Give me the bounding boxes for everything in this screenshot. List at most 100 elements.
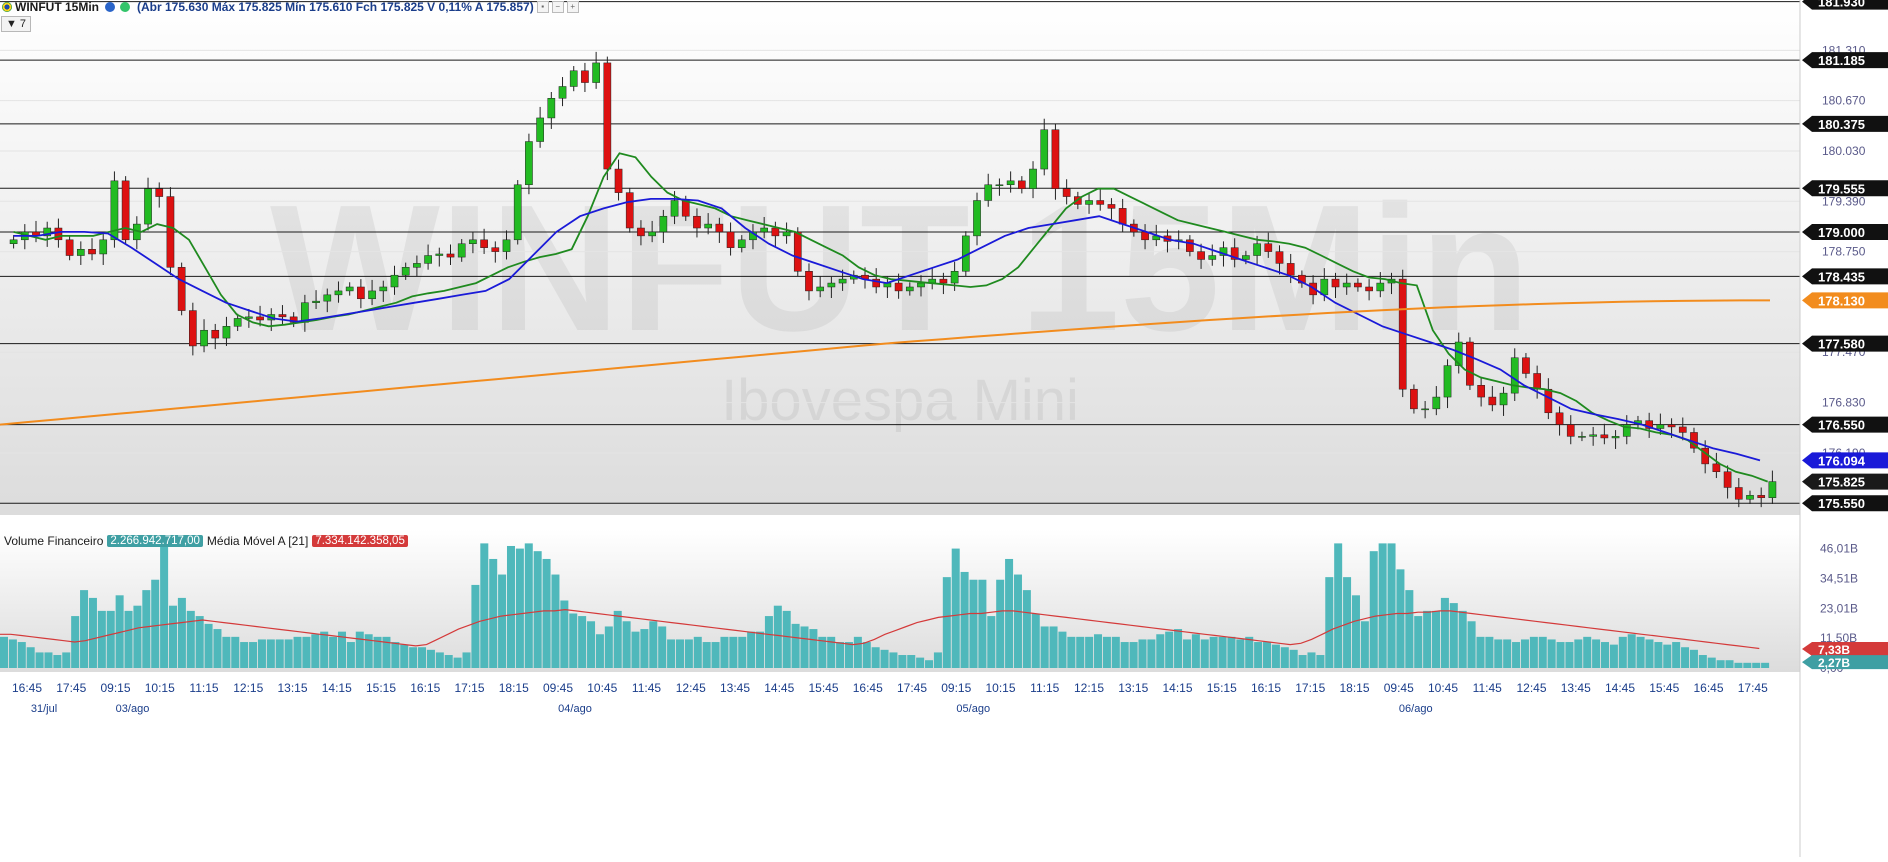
volume-bar xyxy=(435,652,444,668)
volume-badge-label: 2,27B xyxy=(1818,656,1850,670)
volume-bar xyxy=(44,652,53,668)
volume-bar xyxy=(951,548,960,668)
volume-bar xyxy=(871,647,880,668)
volume-bar xyxy=(960,571,969,668)
candle-up xyxy=(1611,436,1620,439)
volume-bar xyxy=(524,543,533,668)
candle-down xyxy=(625,192,634,229)
level-price-label: 177.580 xyxy=(1818,337,1865,352)
time-tick-label: 15:45 xyxy=(1649,681,1679,695)
candle-up xyxy=(345,286,354,292)
volume-bar xyxy=(1013,574,1022,668)
volume-bar xyxy=(800,626,809,668)
window-add-icon[interactable]: + xyxy=(566,1,579,13)
candle-down xyxy=(1757,495,1766,498)
volume-tick-label: 34,51B xyxy=(1820,571,1858,585)
volume-bar xyxy=(1529,636,1538,668)
candle-up xyxy=(1208,255,1217,260)
candle-down xyxy=(1275,251,1284,264)
time-tick-label: 13:15 xyxy=(1118,681,1148,695)
candle-down xyxy=(189,310,197,347)
volume-bar xyxy=(1556,642,1565,668)
candle-down xyxy=(177,267,186,311)
time-tick-label: 14:45 xyxy=(764,681,794,695)
candle-down xyxy=(1488,396,1497,406)
time-tick-label: 16:15 xyxy=(1251,681,1281,695)
time-tick-label: 16:45 xyxy=(853,681,883,695)
candle-down xyxy=(446,253,455,258)
date-label: 04/ago xyxy=(558,703,592,715)
candle-up xyxy=(1006,180,1015,186)
price-badge-label: 176.094 xyxy=(1818,453,1866,468)
volume-bar xyxy=(1280,647,1289,668)
candle-down xyxy=(771,227,780,237)
volume-bar xyxy=(1414,616,1423,668)
volume-bar xyxy=(1076,636,1085,668)
volume-bar xyxy=(1094,634,1103,668)
volume-bar xyxy=(969,579,978,668)
candle-up xyxy=(245,316,253,319)
volume-bar xyxy=(587,621,596,668)
volume-bar xyxy=(1200,639,1209,668)
volume-bar xyxy=(1432,610,1441,668)
candle-up xyxy=(1589,434,1597,437)
volume-bar xyxy=(702,642,711,668)
volume-title: Volume Financeiro xyxy=(4,533,104,548)
time-tick-label: 12:15 xyxy=(233,681,263,695)
chart-canvas[interactable]: WINFUT 15MinIbovespa Mini181.310180.6701… xyxy=(0,0,1888,857)
candle-up xyxy=(592,62,600,83)
candle-up xyxy=(760,227,769,233)
window-minimize-icon[interactable]: − xyxy=(551,1,564,13)
volume-bar xyxy=(862,642,871,668)
candle-down xyxy=(1734,487,1743,500)
candle-down xyxy=(1017,180,1026,189)
brazil-flag-icon xyxy=(2,2,12,12)
candle-down xyxy=(894,282,903,292)
candle-down xyxy=(491,247,500,252)
volume-bar xyxy=(1565,642,1574,668)
price-tick-label: 179.390 xyxy=(1822,194,1866,208)
level-price-label: 179.555 xyxy=(1818,181,1865,196)
volume-bar xyxy=(1503,639,1512,668)
volume-bar xyxy=(275,639,284,668)
candle-down xyxy=(805,271,813,292)
volume-bar xyxy=(756,631,765,668)
price-tick-label: 178.750 xyxy=(1822,245,1866,259)
candle-down xyxy=(1096,200,1105,205)
candle-down xyxy=(1533,373,1541,390)
volume-bar xyxy=(1494,639,1503,668)
volume-bar xyxy=(844,642,853,668)
candle-up xyxy=(368,290,376,300)
volume-bar xyxy=(1538,636,1547,668)
collapse-button[interactable]: ▼ 7 xyxy=(1,16,32,32)
indicator-green-dot-icon[interactable] xyxy=(120,2,130,12)
indicator-blue-dot-icon[interactable] xyxy=(105,2,115,12)
volume-bar xyxy=(17,642,26,668)
candle-down xyxy=(1544,388,1553,414)
symbol-label[interactable]: WINFUT 15Min xyxy=(15,0,99,14)
volume-bar xyxy=(355,631,364,668)
volume-bar xyxy=(1111,636,1120,668)
window-menu-icon[interactable]: ▪ xyxy=(536,1,549,13)
volume-bar xyxy=(889,652,898,668)
volume-bar xyxy=(400,644,409,668)
level-price-label: 181.930 xyxy=(1818,0,1865,10)
price-tick-label: 180.670 xyxy=(1822,94,1866,108)
volume-bar xyxy=(1592,639,1601,668)
volume-bar xyxy=(213,629,222,668)
volume-bar xyxy=(711,642,720,668)
volume-bar xyxy=(569,613,578,668)
volume-bar xyxy=(391,642,400,668)
candle-up xyxy=(536,117,544,142)
collapse-count: 7 xyxy=(19,18,27,30)
candle-up xyxy=(905,286,914,292)
volume-bar xyxy=(1476,636,1485,668)
volume-bar xyxy=(80,590,89,668)
candle-up xyxy=(1085,200,1093,205)
volume-bar xyxy=(1396,569,1405,668)
volume-bar xyxy=(35,652,44,668)
time-tick-label: 16:45 xyxy=(12,681,42,695)
candle-down xyxy=(1264,243,1273,252)
time-tick-label: 16:15 xyxy=(410,681,440,695)
candle-down xyxy=(1331,278,1340,288)
